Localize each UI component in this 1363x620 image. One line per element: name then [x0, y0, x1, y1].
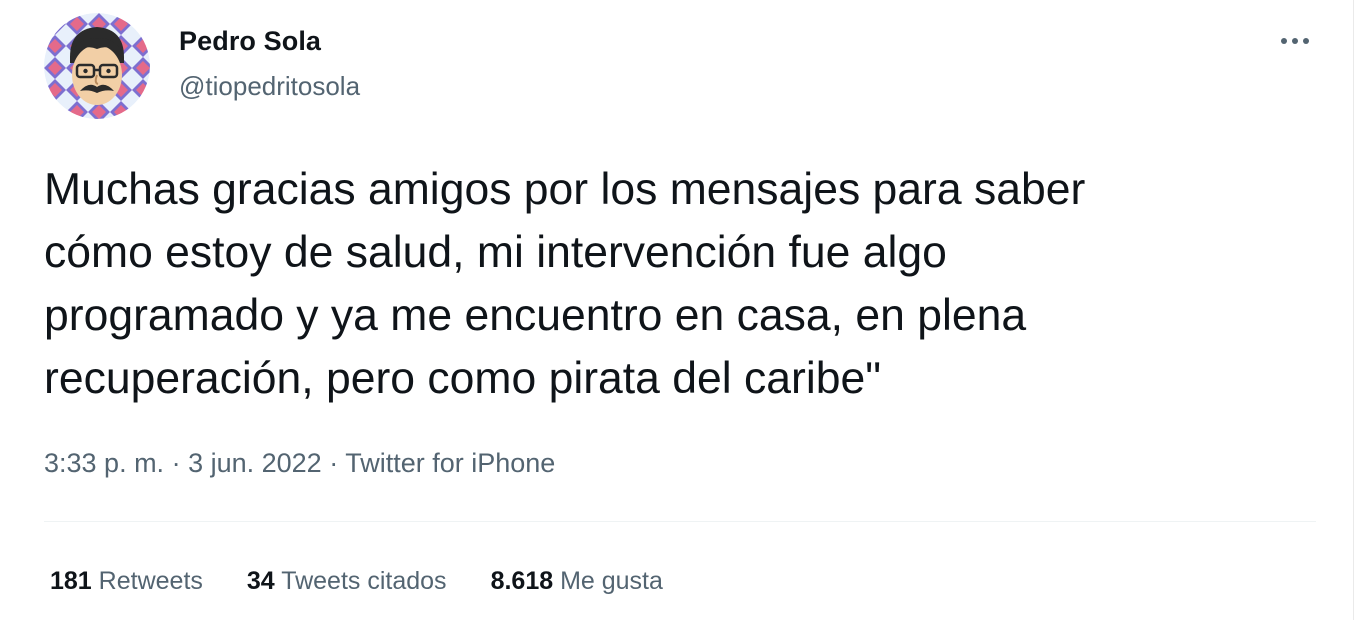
retweets-count: 181	[50, 567, 92, 595]
author-handle[interactable]: @tiopedritosola	[179, 71, 360, 102]
quotes-count: 34	[246, 567, 275, 595]
tweet-stats: 181 Retweets 34 Tweets citados 8.618 Me …	[50, 567, 663, 596]
quotes-stat[interactable]: 34 Tweets citados	[247, 567, 447, 596]
tweet-text: Muchas gracias amigos por los mensajes p…	[44, 165, 1086, 403]
meta-separator: ·	[321, 448, 346, 478]
author-name[interactable]: Pedro Sola	[179, 26, 321, 57]
avatar[interactable]	[44, 13, 150, 119]
likes-count: 8.618	[490, 567, 554, 595]
more-options-button[interactable]	[1272, 26, 1318, 56]
meta-separator: ·	[164, 448, 189, 478]
more-options-icon	[1281, 38, 1309, 44]
tweet-meta: 3:33 p. m. · 3 jun. 2022 · Twitter for i…	[44, 448, 555, 479]
likes-label: Me gusta	[560, 567, 663, 595]
tweet-date[interactable]: 3 jun. 2022	[188, 448, 322, 478]
tweet-card: Pedro Sola @tiopedritosola Muchas gracia…	[0, 0, 1354, 620]
tweet-time[interactable]: 3:33 p. m.	[44, 448, 164, 478]
retweets-label: Retweets	[98, 567, 203, 595]
divider	[44, 521, 1316, 522]
likes-stat[interactable]: 8.618 Me gusta	[491, 567, 663, 596]
retweets-stat[interactable]: 181 Retweets	[50, 567, 203, 596]
cartoon-face-avatar-icon	[44, 13, 150, 119]
tweet-source[interactable]: Twitter for iPhone	[345, 448, 555, 478]
quotes-label: Tweets citados	[281, 567, 447, 595]
